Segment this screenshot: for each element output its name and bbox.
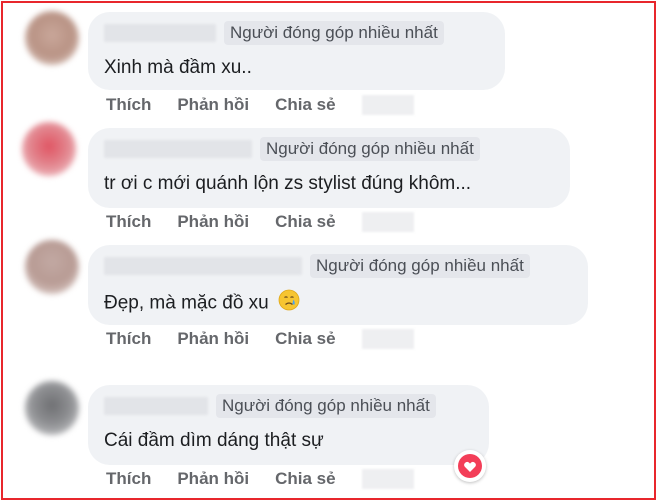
comment-actions: Thích Phản hồi Chia sẻ bbox=[106, 212, 414, 232]
reply-button[interactable]: Phản hồi bbox=[177, 95, 249, 115]
commenter-name[interactable] bbox=[104, 257, 302, 275]
comment-bubble: Người đóng góp nhiều nhất tr ơi c mới qu… bbox=[88, 128, 570, 208]
share-button[interactable]: Chia sẻ bbox=[275, 469, 335, 489]
crying-face-icon bbox=[278, 289, 300, 318]
avatar[interactable] bbox=[25, 381, 79, 435]
reply-button[interactable]: Phản hồi bbox=[177, 469, 249, 489]
comment-text: Xinh mà đầm xu.. bbox=[104, 57, 252, 78]
commenter-name[interactable] bbox=[104, 24, 216, 42]
commenter-name[interactable] bbox=[104, 140, 252, 158]
timestamp[interactable] bbox=[361, 212, 414, 232]
comment-text-content: Đẹp, mà mặc đồ xu bbox=[104, 292, 269, 314]
love-reaction-icon[interactable] bbox=[454, 450, 486, 482]
comment-text: tr ơi c mới quánh lộn zs stylist đúng kh… bbox=[104, 173, 472, 194]
like-button[interactable]: Thích bbox=[106, 469, 151, 489]
avatar[interactable] bbox=[25, 240, 79, 294]
comment-bubble: Người đóng góp nhiều nhất Đẹp, mà mặc đồ… bbox=[88, 245, 588, 325]
reply-button[interactable]: Phản hồi bbox=[177, 212, 249, 232]
comment-text: Đẹp, mà mặc đồ xu bbox=[104, 289, 572, 318]
reply-button[interactable]: Phản hồi bbox=[177, 329, 249, 349]
like-button[interactable]: Thích bbox=[106, 212, 151, 232]
avatar[interactable] bbox=[25, 11, 79, 65]
top-contributor-badge: Người đóng góp nhiều nhất bbox=[224, 21, 444, 45]
top-contributor-badge: Người đóng góp nhiều nhất bbox=[310, 254, 530, 278]
timestamp[interactable] bbox=[361, 95, 414, 115]
top-contributor-badge: Người đóng góp nhiều nhất bbox=[216, 394, 436, 418]
comment-bubble: Người đóng góp nhiều nhất Cái đầm dìm dá… bbox=[88, 385, 489, 465]
like-button[interactable]: Thích bbox=[106, 329, 151, 349]
share-button[interactable]: Chia sẻ bbox=[275, 329, 335, 349]
avatar[interactable] bbox=[22, 122, 76, 176]
comment-text: Cái đầm dìm dáng thật sự bbox=[104, 430, 324, 451]
timestamp[interactable] bbox=[361, 469, 414, 489]
comment-bubble: Người đóng góp nhiều nhất Xinh mà đầm xu… bbox=[88, 12, 505, 90]
timestamp[interactable] bbox=[361, 329, 414, 349]
comment-actions: Thích Phản hồi Chia sẻ bbox=[106, 329, 414, 349]
comment-actions: Thích Phản hồi Chia sẻ bbox=[106, 469, 414, 489]
share-button[interactable]: Chia sẻ bbox=[275, 95, 335, 115]
like-button[interactable]: Thích bbox=[106, 95, 151, 115]
share-button[interactable]: Chia sẻ bbox=[275, 212, 335, 232]
comment-actions: Thích Phản hồi Chia sẻ bbox=[106, 95, 414, 115]
top-contributor-badge: Người đóng góp nhiều nhất bbox=[260, 137, 480, 161]
commenter-name[interactable] bbox=[104, 397, 208, 415]
